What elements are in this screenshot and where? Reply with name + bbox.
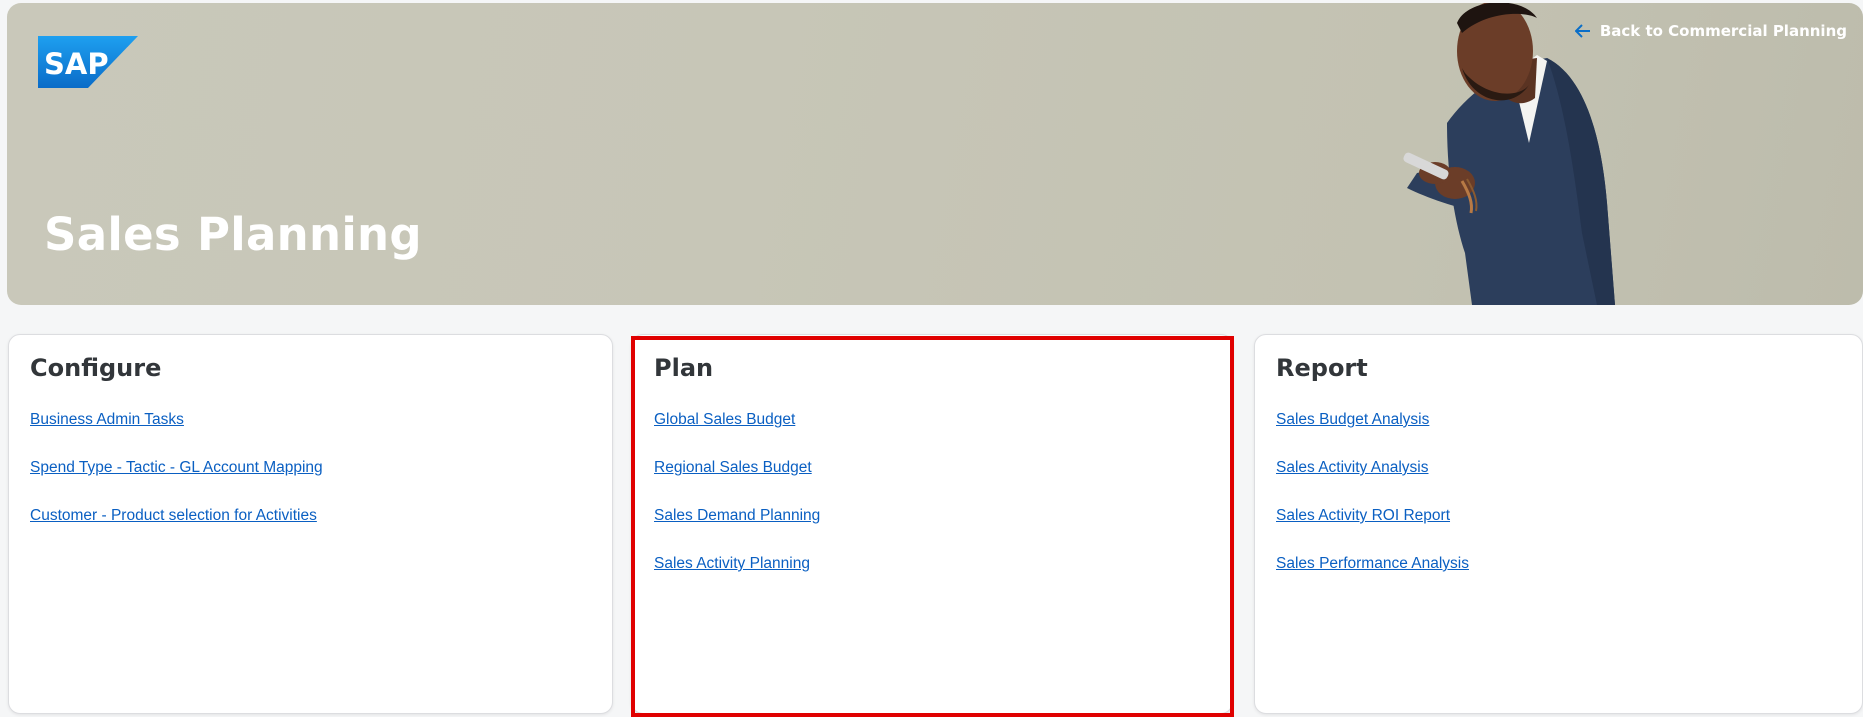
back-to-commercial-planning-link[interactable]: Back to Commercial Planning: [1574, 22, 1847, 40]
link-sales-activity-analysis[interactable]: Sales Activity Analysis: [1276, 459, 1428, 476]
plan-card-title: Plan: [654, 354, 714, 382]
list-item: Business Admin Tasks: [30, 411, 323, 459]
list-item: Sales Demand Planning: [654, 507, 820, 555]
list-item: Sales Budget Analysis: [1276, 411, 1469, 459]
configure-card: Configure Business Admin Tasks Spend Typ…: [8, 334, 613, 714]
list-item: Global Sales Budget: [654, 411, 820, 459]
list-item: Sales Activity Analysis: [1276, 459, 1469, 507]
list-item: Sales Activity Planning: [654, 555, 820, 603]
report-links: Sales Budget Analysis Sales Activity Ana…: [1276, 411, 1469, 603]
link-regional-sales-budget[interactable]: Regional Sales Budget: [654, 459, 812, 476]
report-card-title: Report: [1276, 354, 1368, 382]
link-spend-type-mapping[interactable]: Spend Type - Tactic - GL Account Mapping: [30, 459, 323, 476]
sap-logo: SAP: [38, 36, 138, 88]
configure-links: Business Admin Tasks Spend Type - Tactic…: [30, 411, 323, 555]
link-sales-demand-planning[interactable]: Sales Demand Planning: [654, 507, 820, 524]
hero-banner: SAP Back to Commercial Planning Sales Pl…: [7, 3, 1863, 305]
link-customer-product-selection[interactable]: Customer - Product selection for Activit…: [30, 507, 317, 524]
report-card: Report Sales Budget Analysis Sales Activ…: [1254, 334, 1863, 714]
link-global-sales-budget[interactable]: Global Sales Budget: [654, 411, 795, 428]
list-item: Spend Type - Tactic - GL Account Mapping: [30, 459, 323, 507]
configure-card-title: Configure: [30, 354, 162, 382]
list-item: Sales Activity ROI Report: [1276, 507, 1469, 555]
svg-text:SAP: SAP: [44, 47, 109, 81]
arrow-left-icon: [1574, 24, 1590, 38]
plan-links: Global Sales Budget Regional Sales Budge…: [654, 411, 820, 603]
link-sales-performance-analysis[interactable]: Sales Performance Analysis: [1276, 555, 1469, 572]
page-title: Sales Planning: [44, 208, 422, 261]
link-sales-budget-analysis[interactable]: Sales Budget Analysis: [1276, 411, 1429, 428]
business-person-image: [1403, 3, 1615, 305]
list-item: Customer - Product selection for Activit…: [30, 507, 323, 555]
link-sales-activity-planning[interactable]: Sales Activity Planning: [654, 555, 810, 572]
plan-card: Plan Global Sales Budget Regional Sales …: [631, 334, 1233, 714]
list-item: Sales Performance Analysis: [1276, 555, 1469, 603]
list-item: Regional Sales Budget: [654, 459, 820, 507]
link-business-admin-tasks[interactable]: Business Admin Tasks: [30, 411, 184, 428]
link-sales-activity-roi-report[interactable]: Sales Activity ROI Report: [1276, 507, 1450, 524]
back-link-label: Back to Commercial Planning: [1599, 22, 1847, 40]
